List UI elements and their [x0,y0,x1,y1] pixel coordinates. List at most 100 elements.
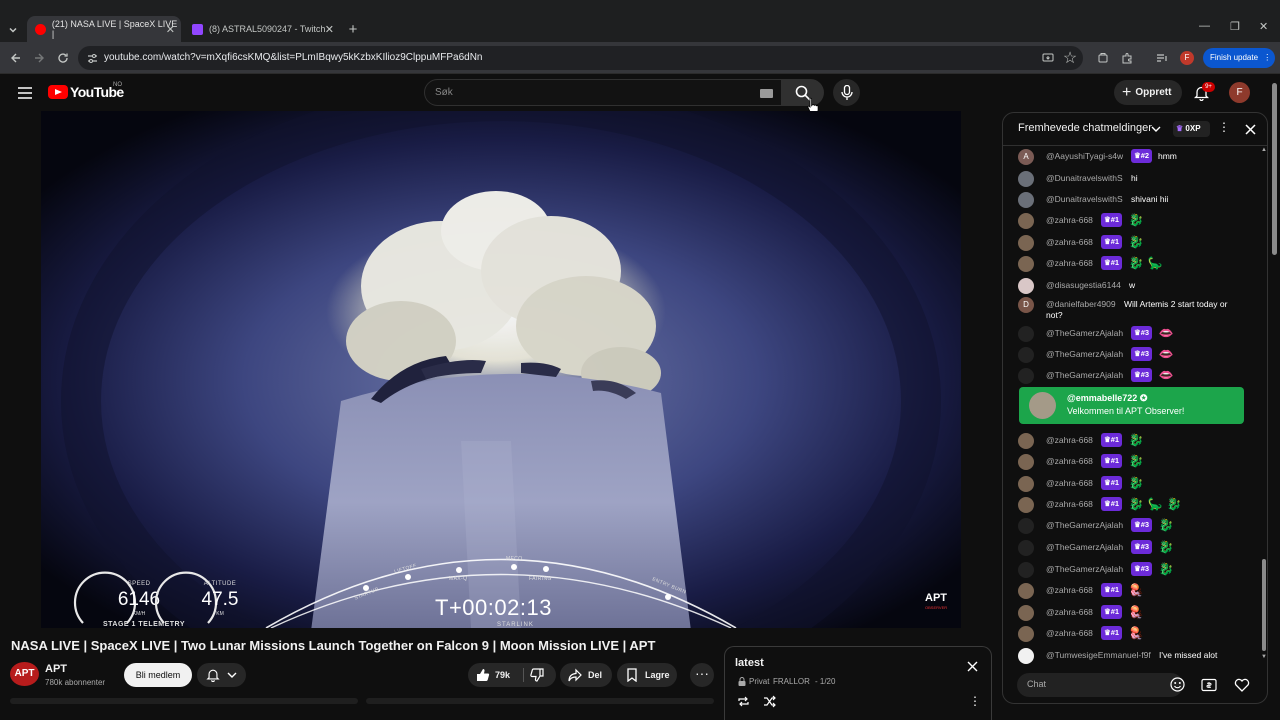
more-actions-icon[interactable]: ··· [690,663,714,687]
kebab-icon[interactable]: ⋮ [969,694,981,708]
media-controls-icon[interactable] [1154,50,1170,66]
chat-author-avatar[interactable] [1018,347,1034,363]
close-tab-icon[interactable]: ✕ [166,23,175,36]
extensions-icon[interactable] [1119,50,1135,66]
video-player[interactable]: SPEED 6146 KM/H ALTITUDE 47.5 KM STAGE 1… [41,111,961,628]
chat-author-name[interactable]: @TheGamerzAjalah [1046,349,1123,359]
minimize-icon[interactable]: — [1199,20,1210,32]
back-icon[interactable] [8,50,24,66]
keyboard-icon[interactable] [760,89,773,98]
chevron-down-icon[interactable] [1150,123,1162,135]
super-chat-icon[interactable] [1200,676,1217,693]
chat-author-name[interactable]: @zahra-668 [1046,478,1093,488]
chat-scrollbar[interactable]: ▲ ▼ [1261,147,1267,660]
chat-author-avatar[interactable] [1018,278,1034,294]
notification-settings-button[interactable] [197,663,246,687]
chat-author-name[interactable]: @TheGamerzAjalah [1046,564,1123,574]
chat-author-avatar[interactable] [1018,562,1034,578]
chat-author-name[interactable]: @zahra-668 [1046,258,1093,268]
chat-author-name[interactable]: @danielfaber4909 [1046,299,1116,309]
chat-author-avatar[interactable] [1018,235,1034,251]
chat-author-avatar[interactable] [1018,433,1034,449]
chat-author-avatar[interactable] [1018,605,1034,621]
close-tab-icon[interactable]: ✕ [325,23,334,36]
chat-author-avatar[interactable] [1018,648,1034,664]
browser-tab-youtube[interactable]: (21) NASA LIVE | SpaceX LIVE | ✕ [27,16,181,42]
chat-author-avatar[interactable] [1018,213,1034,229]
playlist-title[interactable]: latest [735,657,764,669]
heart-icon[interactable] [1233,676,1250,693]
chat-author-avatar[interactable] [1018,368,1034,384]
kebab-icon[interactable]: ⋮ [1218,120,1230,134]
chat-author-avatar[interactable] [1018,540,1034,556]
close-icon[interactable] [965,659,979,673]
chat-author-name[interactable]: @AayushiTyagi-s4w [1046,151,1123,161]
like-count[interactable]: 79k [495,670,510,680]
address-bar[interactable]: youtube.com/watch?v=mXqfi6csKMQ&list=PLm… [78,46,1083,70]
chat-author-name[interactable]: @zahra-668 [1046,435,1093,445]
site-info-icon[interactable] [86,52,98,64]
chat-author-name[interactable]: @zahra-668 [1046,215,1093,225]
xp-badge[interactable]: ♛ 0XP [1173,121,1210,137]
scroll-down-icon[interactable]: ▼ [1261,654,1267,660]
emoji-icon[interactable] [1169,676,1186,693]
chat-author-avatar[interactable] [1018,583,1034,599]
search-input[interactable]: Søk [424,79,782,106]
page-scrollbar[interactable] [1270,75,1280,720]
shuffle-icon[interactable] [762,694,776,708]
chat-author-avatar[interactable] [1018,497,1034,513]
chat-author-avatar[interactable]: D [1018,297,1034,313]
chat-author-name[interactable]: @disasugestia6144 [1046,280,1121,290]
bookmark-star-icon[interactable]: ☆ [1063,50,1077,67]
chat-author-name[interactable]: @zahra-668 [1046,237,1093,247]
create-button[interactable]: + Opprett [1114,80,1182,105]
chat-author-avatar[interactable] [1018,326,1034,342]
chat-author-avatar[interactable] [1018,476,1034,492]
reload-icon[interactable] [55,50,71,66]
menu-icon[interactable] [16,84,34,102]
chat-author-name[interactable]: @TheGamerzAjalah [1046,520,1123,530]
loop-icon[interactable] [736,694,750,708]
chat-input[interactable]: Chat [1017,673,1183,697]
chat-author-name[interactable]: @zahra-668 [1046,499,1093,509]
chat-author-name[interactable]: @TheGamerzAjalah [1046,328,1123,338]
browser-profile-avatar[interactable]: F [1180,51,1194,65]
voice-search-button[interactable] [833,79,860,106]
thumbs-up-icon[interactable] [476,668,490,682]
scrollbar-thumb[interactable] [1262,559,1266,651]
forward-icon[interactable] [31,50,47,66]
join-button[interactable]: Bli medlem [124,663,192,687]
channel-avatar[interactable]: APT [10,662,39,686]
chat-author-name[interactable]: @TheGamerzAjalah [1046,370,1123,380]
close-icon[interactable] [1243,122,1257,136]
scrollbar-thumb[interactable] [1272,83,1277,255]
account-avatar[interactable]: F [1229,82,1250,103]
chat-author-avatar[interactable] [1018,171,1034,187]
chat-author-name[interactable]: @zahra-668 [1046,628,1093,638]
chat-author-name[interactable]: @zahra-668 [1046,456,1093,466]
chat-author-name[interactable]: @zahra-668 [1046,607,1093,617]
chat-author-name[interactable]: @DunaitravelswithS [1046,173,1123,183]
chat-author-avatar[interactable] [1018,518,1034,534]
chat-author-avatar[interactable] [1018,192,1034,208]
extensions-puzzle-icon[interactable] [1095,50,1111,66]
scroll-up-icon[interactable]: ▲ [1261,147,1267,153]
finish-update-button[interactable]: Finish update ⋮ [1203,48,1275,68]
channel-name[interactable]: APT [45,663,67,675]
chat-author-avatar[interactable] [1018,454,1034,470]
chat-author-avatar[interactable] [1018,626,1034,642]
chat-author-name[interactable]: @TheGamerzAjalah [1046,542,1123,552]
install-app-icon[interactable] [1041,51,1055,65]
welcome-member-name[interactable]: @emmabelle722 ✪ [1067,393,1147,404]
new-tab-icon[interactable]: + [346,21,360,38]
save-button[interactable]: Lagre [617,663,677,687]
browser-tab-twitch[interactable]: (8) ASTRAL5090247 - Twitch ✕ [184,16,340,42]
maximize-icon[interactable]: ❐ [1230,20,1240,33]
chat-author-avatar[interactable]: A [1018,149,1034,165]
thumbs-down-icon[interactable] [530,668,544,682]
chat-author-name[interactable]: @DunaitravelswithS [1046,194,1123,204]
playlist-owner[interactable]: FRALLOR [773,677,810,686]
chat-author-name[interactable]: @zahra-668 [1046,585,1093,595]
share-button[interactable]: Del [560,663,612,687]
chat-mode-selector[interactable]: Fremhevede chatmeldinger [1018,122,1152,134]
